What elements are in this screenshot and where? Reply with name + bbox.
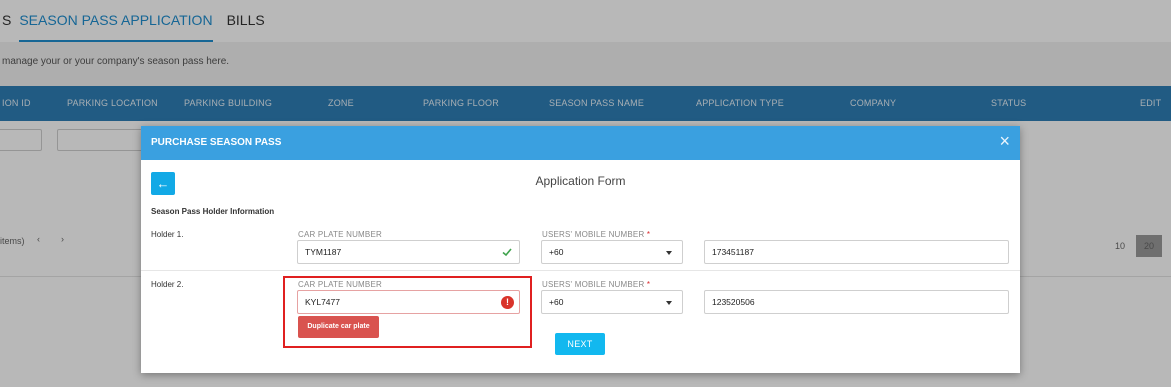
holder-1-mobile-value: 173451187 xyxy=(712,247,754,257)
holder-1-car-plate-input[interactable]: TYM1187 xyxy=(297,240,520,264)
holder-2-country-code-select[interactable]: +60 xyxy=(541,290,683,314)
form-title: Application Form xyxy=(535,174,626,188)
holder-2-mobile-input[interactable]: 123520506 xyxy=(704,290,1009,314)
modal-header: PURCHASE SEASON PASS × xyxy=(141,126,1020,160)
modal-title: PURCHASE SEASON PASS xyxy=(151,137,282,148)
holder-1-country-code-select[interactable]: +60 xyxy=(541,240,683,264)
holder-2-label: Holder 2. xyxy=(151,280,184,289)
holder-2-mobile-value: 123520506 xyxy=(712,297,755,307)
holder-1-car-plate-value: TYM1187 xyxy=(305,247,342,257)
holder-1-mobile-label: USERS' MOBILE NUMBER * xyxy=(542,230,651,239)
close-icon[interactable]: × xyxy=(999,132,1010,150)
holder-divider xyxy=(141,270,1020,271)
error-highlight-box xyxy=(283,276,532,348)
check-icon xyxy=(502,248,512,257)
holder-1-mobile-input[interactable]: 173451187 xyxy=(704,240,1009,264)
holder-2-country-code-value: +60 xyxy=(549,297,564,307)
holder-2-mobile-label: USERS' MOBILE NUMBER * xyxy=(542,280,651,289)
caret-down-icon xyxy=(666,301,672,305)
caret-down-icon xyxy=(666,251,672,255)
purchase-season-pass-modal: PURCHASE SEASON PASS × ← Application For… xyxy=(141,126,1020,373)
next-button[interactable]: NEXT xyxy=(555,333,605,355)
holder-1-car-plate-label: CAR PLATE NUMBER xyxy=(298,230,382,239)
section-title: Season Pass Holder Information xyxy=(151,207,275,216)
holder-1-country-code-value: +60 xyxy=(549,247,564,257)
holder-1-label: Holder 1. xyxy=(151,230,184,239)
